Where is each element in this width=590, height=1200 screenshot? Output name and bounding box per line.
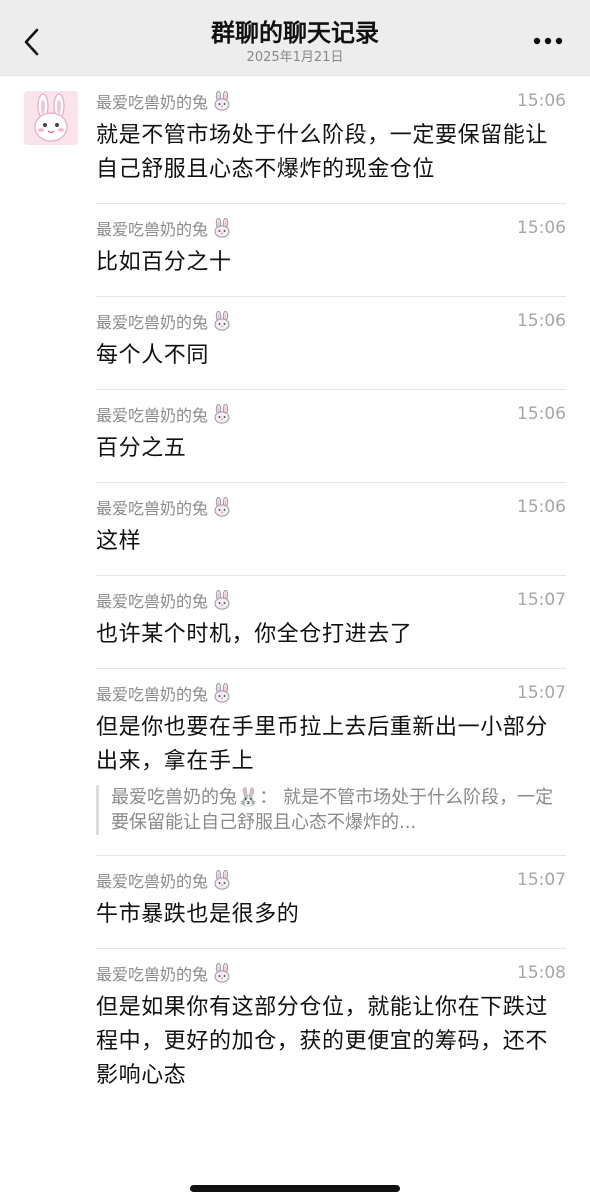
- message-body: 最爱吃兽奶的兔 15:07 牛市暴跌也是很多的: [96, 856, 566, 949]
- message-item[interactable]: 最爱吃兽奶的兔 15:08 但是如果你有这部分仓位，就能让你在下跌过程中，更好的加仓…: [0, 949, 590, 1109]
- page-title: 群聊的聊天记录: [211, 19, 379, 47]
- sender-name-text: 最爱吃兽奶的兔: [96, 313, 209, 332]
- sender-name: 最爱吃兽奶的兔: [96, 961, 232, 985]
- message-time: 15:07: [517, 870, 566, 890]
- message-meta: 最爱吃兽奶的兔 15:08: [96, 962, 566, 984]
- sender-name: 最爱吃兽奶的兔: [96, 89, 232, 113]
- bunny-face-icon: [214, 497, 230, 517]
- message-item[interactable]: 最爱吃兽奶的兔 15:06 每个人不同: [0, 297, 590, 390]
- message-body: 最爱吃兽奶的兔 15:08 但是如果你有这部分仓位，就能让你在下跌过程中，更好的加仓…: [96, 949, 566, 1109]
- message-text: 每个人不同: [96, 343, 210, 368]
- sender-name-text: 最爱吃兽奶的兔: [96, 685, 209, 704]
- message-text: 牛市暴跌也是很多的: [96, 902, 300, 927]
- message-text: 也许某个时机，你全仓打进去了: [96, 622, 413, 647]
- message-body: 最爱吃兽奶的兔 15:07 也许某个时机，你全仓打进去了: [96, 576, 566, 669]
- title-block: 群聊的聊天记录 2025年1月21日: [0, 18, 590, 67]
- sender-name: 最爱吃兽奶的兔: [96, 868, 232, 892]
- message-time: 15:08: [517, 963, 566, 983]
- sender-name-text: 最爱吃兽奶的兔: [96, 592, 209, 611]
- message-body: 最爱吃兽奶的兔 15:06 就是不管市场处于什么阶段，一定要保留能让自己舒服且心态不…: [96, 77, 566, 204]
- message-meta: 最爱吃兽奶的兔 15:06: [96, 310, 566, 332]
- home-indicator[interactable]: [190, 1185, 400, 1192]
- bunny-face-icon: [214, 218, 230, 238]
- nav-bar: 群聊的聊天记录 2025年1月21日: [0, 0, 590, 76]
- message-item[interactable]: 最爱吃兽奶的兔 15:07 但是你也要在手里币拉上去后重新出一小部分出来，拿在手上最…: [0, 669, 590, 856]
- bunny-face-icon: [214, 683, 230, 703]
- message-item[interactable]: 最爱吃兽奶的兔 15:06 就是不管市场处于什么阶段，一定要保留能让自己舒服且心态不…: [0, 77, 590, 204]
- message-text: 但是你也要在手里币拉上去后重新出一小部分出来，拿在手上: [96, 715, 549, 774]
- message-meta: 最爱吃兽奶的兔 15:07: [96, 869, 566, 891]
- sender-name-text: 最爱吃兽奶的兔: [96, 965, 209, 984]
- message-body: 最爱吃兽奶的兔 15:06 每个人不同: [96, 297, 566, 390]
- message-item[interactable]: 最爱吃兽奶的兔 15:06 这样: [0, 483, 590, 576]
- more-button[interactable]: [526, 26, 570, 56]
- sender-name-text: 最爱吃兽奶的兔: [96, 872, 209, 891]
- message-text: 但是如果你有这部分仓位，就能让你在下跌过程中，更好的加仓，获的更便宜的筹码，还不…: [96, 995, 549, 1088]
- bunny-face-icon: [214, 590, 230, 610]
- message-item[interactable]: 最爱吃兽奶的兔 15:06 百分之五: [0, 390, 590, 483]
- message-text: 百分之五: [96, 436, 187, 461]
- message-time: 15:06: [517, 404, 566, 424]
- message-list[interactable]: 最爱吃兽奶的兔 15:06 就是不管市场处于什么阶段，一定要保留能让自己舒服且心态不…: [0, 77, 590, 1109]
- quoted-message[interactable]: 最爱吃兽奶的兔🐰： 就是不管市场处于什么阶段，一定要保留能让自己舒服且心态不爆炸…: [96, 785, 566, 835]
- message-meta: 最爱吃兽奶的兔 15:06: [96, 217, 566, 239]
- message-meta: 最爱吃兽奶的兔 15:06: [96, 496, 566, 518]
- message-time: 15:06: [517, 311, 566, 331]
- page-subtitle-date: 2025年1月21日: [246, 50, 344, 65]
- message-body: 最爱吃兽奶的兔 15:06 比如百分之十: [96, 204, 566, 297]
- message-body: 最爱吃兽奶的兔 15:06 百分之五: [96, 390, 566, 483]
- sender-name: 最爱吃兽奶的兔: [96, 216, 232, 240]
- message-time: 15:07: [517, 590, 566, 610]
- message-item[interactable]: 最爱吃兽奶的兔 15:06 比如百分之十: [0, 204, 590, 297]
- message-time: 15:07: [517, 683, 566, 703]
- bunny-face-icon: [214, 311, 230, 331]
- sender-name: 最爱吃兽奶的兔: [96, 402, 232, 426]
- message-time: 15:06: [517, 91, 566, 111]
- message-meta: 最爱吃兽奶的兔 15:07: [96, 682, 566, 704]
- sender-name: 最爱吃兽奶的兔: [96, 309, 232, 333]
- bunny-face-icon: [214, 963, 230, 983]
- message-meta: 最爱吃兽奶的兔 15:07: [96, 589, 566, 611]
- sender-name: 最爱吃兽奶的兔: [96, 681, 232, 705]
- avatar[interactable]: [24, 91, 78, 145]
- bunny-face-icon: [214, 404, 230, 424]
- sender-name: 最爱吃兽奶的兔: [96, 495, 232, 519]
- message-item[interactable]: 最爱吃兽奶的兔 15:07 也许某个时机，你全仓打进去了: [0, 576, 590, 669]
- sender-name-text: 最爱吃兽奶的兔: [96, 220, 209, 239]
- message-text: 比如百分之十: [96, 250, 232, 275]
- sender-name-text: 最爱吃兽奶的兔: [96, 93, 209, 112]
- message-time: 15:06: [517, 218, 566, 238]
- message-body: 最爱吃兽奶的兔 15:06 这样: [96, 483, 566, 576]
- sender-name: 最爱吃兽奶的兔: [96, 588, 232, 612]
- sender-name-text: 最爱吃兽奶的兔: [96, 499, 209, 518]
- bunny-face-icon: [214, 91, 230, 111]
- message-meta: 最爱吃兽奶的兔 15:06: [96, 90, 566, 112]
- message-item[interactable]: 最爱吃兽奶的兔 15:07 牛市暴跌也是很多的: [0, 856, 590, 949]
- bunny-face-icon: [214, 870, 230, 890]
- message-text: 这样: [96, 529, 142, 554]
- message-time: 15:06: [517, 497, 566, 517]
- message-text: 就是不管市场处于什么阶段，一定要保留能让自己舒服且心态不爆炸的现金仓位: [96, 123, 549, 182]
- more-dots-icon: [533, 37, 563, 45]
- sender-name-text: 最爱吃兽奶的兔: [96, 406, 209, 425]
- message-body: 最爱吃兽奶的兔 15:07 但是你也要在手里币拉上去后重新出一小部分出来，拿在手上最…: [96, 669, 566, 856]
- message-meta: 最爱吃兽奶的兔 15:06: [96, 403, 566, 425]
